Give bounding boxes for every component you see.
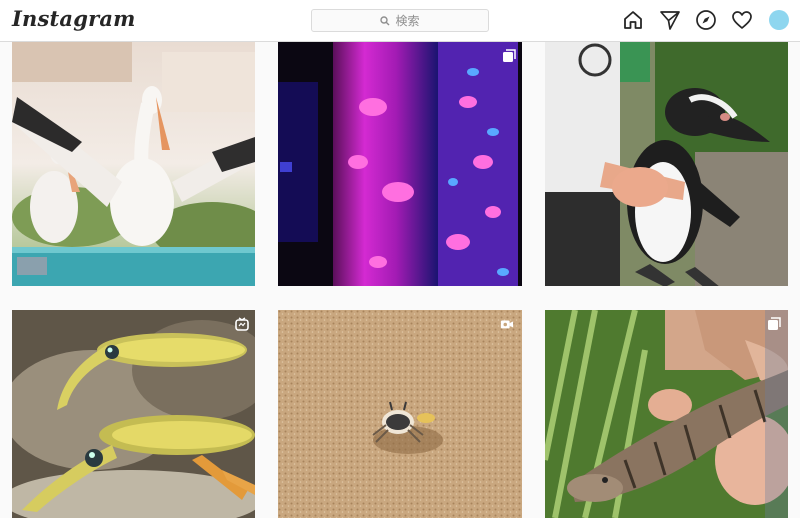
search-placeholder: 検索 xyxy=(395,14,420,28)
post-thumbnail-crab[interactable] xyxy=(278,310,522,518)
igtv-icon xyxy=(235,317,249,331)
direct-icon[interactable] xyxy=(659,9,681,31)
crab-photo xyxy=(278,310,522,518)
post-thumbnail-pelicans[interactable] xyxy=(12,42,255,286)
explore-icon[interactable] xyxy=(695,9,717,31)
squid-photo xyxy=(12,310,255,518)
search-icon xyxy=(380,15,390,25)
profile-avatar[interactable] xyxy=(769,10,789,30)
pelicans-photo xyxy=(12,42,255,286)
activity-icon[interactable] xyxy=(731,9,753,31)
jellyfish-photo xyxy=(278,42,522,286)
home-icon[interactable] xyxy=(622,9,644,31)
carousel-icon xyxy=(768,317,781,330)
instagram-logo[interactable]: Instagram xyxy=(12,6,136,31)
post-grid xyxy=(0,42,800,518)
video-icon xyxy=(500,320,514,329)
post-thumbnail-jellyfish[interactable] xyxy=(278,42,522,286)
search-box[interactable]: 検索 xyxy=(311,9,489,32)
post-thumbnail-penguin[interactable] xyxy=(545,42,788,286)
post-thumbnail-squid[interactable] xyxy=(12,310,255,518)
post-thumbnail-lizard[interactable] xyxy=(545,310,788,518)
penguin-photo xyxy=(545,42,788,286)
top-navigation-bar: Instagram 検索 xyxy=(0,0,800,42)
carousel-icon xyxy=(503,49,516,62)
lizard-photo xyxy=(545,310,788,518)
